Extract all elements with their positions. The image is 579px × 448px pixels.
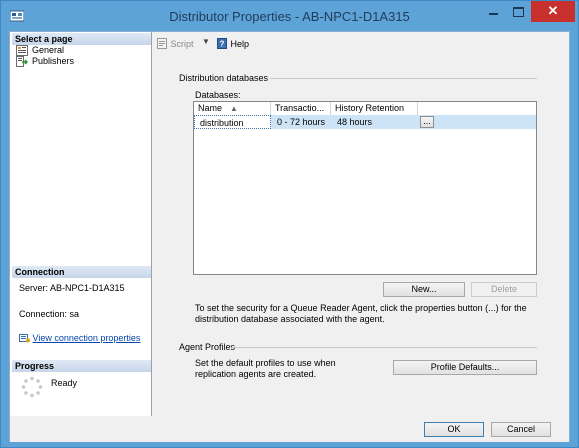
page-item-publishers[interactable]: Publishers [16, 56, 74, 67]
script-button[interactable]: Script [157, 38, 194, 49]
close-icon: ✕ [547, 3, 559, 18]
view-connection-link[interactable]: View connection properties [33, 333, 141, 343]
progress-header: Progress [12, 360, 151, 372]
close-button[interactable]: ✕ [531, 1, 575, 22]
cell-name[interactable]: distribution [194, 115, 271, 129]
distribution-databases-title: Distribution databases [179, 73, 269, 83]
databases-grid[interactable]: Name ▲ Transactio... History Retention d… [193, 101, 537, 275]
column-header-transaction[interactable]: Transactio... [271, 102, 331, 115]
server-text: Server: AB-NPC1-D1A315 [19, 283, 125, 293]
databases-label: Databases: [195, 90, 241, 100]
properties-ellipsis-button[interactable]: ... [420, 116, 434, 128]
script-dropdown-arrow[interactable]: ▼ [202, 37, 210, 46]
dialog-client-area: Select a page General Publishers Connect… [9, 31, 570, 442]
agent-profiles-description-line2: replication agents are created. [195, 369, 317, 379]
dialog-window: Distributor Properties - AB-NPC1-D1A315 … [0, 0, 579, 448]
select-page-header: Select a page [12, 33, 151, 45]
cell-transaction[interactable]: 0 - 72 hours [272, 115, 332, 129]
column-header-name[interactable]: Name ▲ [194, 102, 271, 115]
connection-user-text: Connection: sa [19, 309, 80, 319]
publishers-icon [16, 56, 28, 67]
agent-profiles-description-line1: Set the default profiles to use when [195, 358, 336, 368]
new-button[interactable]: New... [383, 282, 465, 297]
svg-text:?: ? [220, 40, 225, 49]
column-header-history[interactable]: History Retention [331, 102, 418, 115]
ok-button[interactable]: OK [424, 422, 484, 437]
delete-button[interactable]: Delete [471, 282, 537, 297]
cell-history[interactable]: 48 hours [332, 115, 418, 129]
page-item-general[interactable]: General [16, 45, 64, 56]
column-header-name-label: Name [198, 103, 223, 113]
progress-status: Ready [51, 378, 78, 388]
left-pane: Select a page General Publishers Connect… [10, 32, 152, 416]
minimize-button[interactable] [480, 1, 506, 22]
maximize-button[interactable] [506, 1, 531, 22]
page-item-label: Publishers [32, 56, 75, 66]
page-item-label: General [32, 45, 65, 55]
toolbar: Script ▼ ? Help [155, 34, 569, 54]
script-icon [157, 38, 167, 49]
profile-defaults-button[interactable]: Profile Defaults... [393, 360, 537, 375]
agent-profiles-title: Agent Profiles [179, 342, 236, 352]
sort-ascending-icon: ▲ [230, 104, 238, 113]
grid-header: Name ▲ Transactio... History Retention [194, 102, 418, 115]
connection-properties-icon [19, 334, 30, 343]
progress-spinner-icon [21, 376, 43, 398]
group-divider [270, 78, 537, 79]
cancel-button[interactable]: Cancel [491, 422, 551, 437]
dialog-footer: OK Cancel [10, 416, 569, 442]
group-divider [232, 347, 537, 348]
security-note-line1: To set the security for a Queue Reader A… [195, 303, 527, 313]
view-connection-properties[interactable]: View connection properties [19, 333, 140, 343]
help-button[interactable]: ? Help [217, 38, 249, 49]
script-label: Script [170, 39, 194, 49]
table-row[interactable]: distribution 0 - 72 hours 48 hours ... [194, 115, 536, 129]
connection-header: Connection [12, 266, 151, 278]
page-properties-icon [16, 45, 28, 56]
security-note-line2: distribution database associated with th… [195, 314, 385, 324]
title-bar[interactable]: Distributor Properties - AB-NPC1-D1A315 … [1, 1, 578, 31]
help-label: Help [230, 39, 250, 49]
help-icon: ? [217, 38, 227, 49]
